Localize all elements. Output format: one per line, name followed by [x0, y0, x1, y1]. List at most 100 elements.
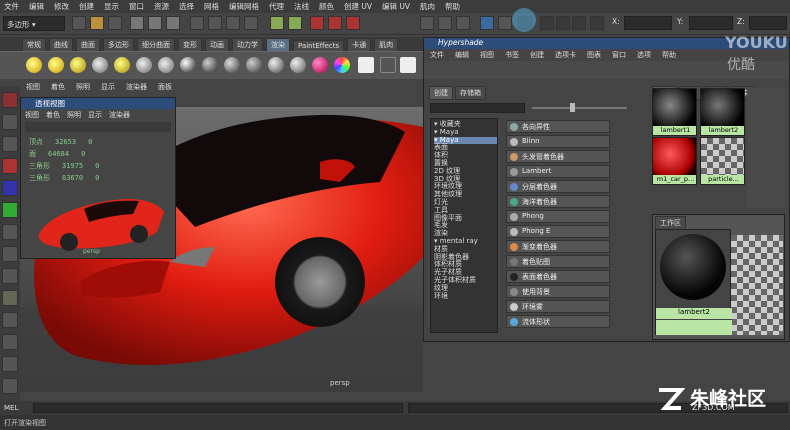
snap-plane-icon[interactable] [244, 16, 258, 30]
directional-light-icon[interactable] [48, 57, 64, 73]
shelf-tab-muscle[interactable]: 肌肉 [374, 38, 399, 51]
hs-menu-help[interactable]: 帮助 [662, 50, 676, 60]
shelf-tab-animation[interactable]: 动画 [205, 38, 229, 51]
menu-set-dropdown[interactable]: 多边形 ▾ [3, 16, 65, 31]
menu-create-uv[interactable]: 创建 UV [344, 1, 372, 12]
manipulator-tool-icon[interactable] [2, 224, 18, 240]
phonge-sphere-icon[interactable] [246, 57, 262, 73]
vp-menu-panels[interactable]: 面板 [158, 82, 172, 94]
spot-light-icon[interactable] [70, 57, 86, 73]
lasso-tool-icon[interactable] [2, 114, 18, 130]
hs-menu-options[interactable]: 选项 [637, 50, 651, 60]
menu-proxy[interactable]: 代理 [269, 1, 284, 12]
lambert-sphere-icon[interactable] [202, 57, 218, 73]
ambient-light-icon[interactable] [136, 57, 152, 73]
swatch-lambert2[interactable]: lambert2 [700, 88, 745, 136]
shelf-tab-curves[interactable]: 曲线 [49, 38, 73, 51]
layout-four-icon[interactable] [2, 312, 18, 328]
y-field[interactable] [689, 16, 733, 30]
shelf-tab-dynamics[interactable]: 动力学 [232, 38, 263, 51]
render-region-icon[interactable] [380, 57, 396, 73]
vp-menu-renderer[interactable]: 渲染器 [126, 82, 147, 94]
open-scene-icon[interactable] [90, 16, 104, 30]
work-node-ports[interactable] [656, 319, 732, 335]
hs-tab-work-area[interactable]: 工作区 [655, 216, 686, 230]
shelf-tab-deform[interactable]: 变形 [178, 38, 202, 51]
hs-menu-edit[interactable]: 编辑 [455, 50, 469, 60]
hs-menu-tabs[interactable]: 选项卡 [555, 50, 576, 60]
swatch-lambert1[interactable]: lambert1 [652, 88, 697, 136]
menu-assets[interactable]: 资源 [154, 1, 169, 12]
vp-menu-view[interactable]: 视图 [26, 82, 40, 94]
ramp-sphere-icon[interactable] [312, 57, 328, 73]
hs-menu-file[interactable]: 文件 [430, 50, 444, 60]
anisotropic-sphere-icon[interactable] [268, 57, 284, 73]
node-button[interactable]: 分层着色器 [506, 180, 610, 193]
tree-item[interactable]: 环境 [434, 292, 497, 301]
layout-persp-graph-icon[interactable] [2, 356, 18, 372]
menu-edit-uv[interactable]: 编辑 UV [382, 1, 410, 12]
channel-box-icon[interactable] [456, 16, 470, 30]
color-ramp-icon[interactable] [334, 57, 350, 73]
select-component-icon[interactable] [166, 16, 180, 30]
node-button[interactable]: 表面着色器 [506, 270, 610, 283]
render-icon[interactable] [310, 16, 324, 30]
point-light-icon[interactable] [26, 57, 42, 73]
hs-icon-size-slider[interactable] [532, 107, 627, 109]
rename-mode-icon[interactable] [572, 16, 586, 30]
work-node-lambert2[interactable]: lambert2 [655, 229, 732, 335]
node-button[interactable]: 渐变着色器 [506, 240, 610, 253]
menu-edit[interactable]: 编辑 [29, 1, 44, 12]
blinn-sphere-icon[interactable] [180, 57, 196, 73]
shelf-tab-subdiv[interactable]: 细分曲面 [137, 38, 175, 51]
node-button[interactable]: 使用背景 [506, 285, 610, 298]
select-hierarchy-icon[interactable] [130, 16, 144, 30]
save-scene-icon[interactable] [108, 16, 122, 30]
mel-label[interactable]: MEL [4, 404, 18, 412]
move-tool-icon[interactable] [2, 158, 18, 174]
hs-tab-create[interactable]: 创建 [429, 86, 453, 100]
shelf-tab-polygons[interactable]: 多边形 [103, 38, 134, 51]
phong-sphere-icon[interactable] [224, 57, 240, 73]
ipr-render-icon[interactable] [328, 16, 342, 30]
z-field[interactable] [749, 16, 787, 30]
node-button[interactable]: Phong E [506, 225, 610, 238]
numeric-input-icon[interactable] [540, 16, 554, 30]
hs-tab-bins[interactable]: 存储箱 [455, 86, 486, 100]
hs-slider-handle[interactable] [570, 103, 575, 112]
scale-tool-icon[interactable] [2, 202, 18, 218]
vp-menu-lighting[interactable]: 照明 [76, 82, 90, 94]
paint-select-icon[interactable] [2, 136, 18, 152]
render-settings-icon[interactable] [346, 16, 360, 30]
snap-curve-icon[interactable] [208, 16, 222, 30]
snap-point-icon[interactable] [226, 16, 240, 30]
tool-settings-icon[interactable] [438, 16, 452, 30]
pp-menu-lighting[interactable]: 照明 [67, 110, 81, 120]
texture-placement-icon[interactable] [358, 57, 374, 73]
history-icon[interactable] [270, 16, 284, 30]
hs-menu-bookmarks[interactable]: 书签 [505, 50, 519, 60]
camera-icon[interactable] [158, 57, 174, 73]
shelf-tab-rendering[interactable]: 渲染 [266, 38, 290, 51]
node-button[interactable]: 着色贴图 [506, 255, 610, 268]
pp-menu-show[interactable]: 显示 [88, 110, 102, 120]
hs-swatch-scroll[interactable] [747, 88, 785, 208]
soft-mod-tool-icon[interactable] [2, 246, 18, 262]
menu-color[interactable]: 颜色 [319, 1, 334, 12]
x-field[interactable] [624, 16, 672, 30]
node-button[interactable]: 海洋着色器 [506, 195, 610, 208]
layered-sphere-icon[interactable] [290, 57, 306, 73]
new-scene-icon[interactable] [72, 16, 86, 30]
node-button[interactable]: Blinn [506, 135, 610, 148]
hypershade-shelf-icon[interactable] [400, 57, 416, 73]
rotate-tool-icon[interactable] [2, 180, 18, 196]
node-button[interactable]: 各向异性 [506, 120, 610, 133]
relative-mode-icon[interactable] [556, 16, 570, 30]
menu-file[interactable]: 文件 [4, 1, 19, 12]
shelf-tab-surfaces[interactable]: 曲面 [76, 38, 100, 51]
mel-input[interactable] [33, 403, 403, 413]
menu-create[interactable]: 创建 [79, 1, 94, 12]
hs-menu-view[interactable]: 视图 [480, 50, 494, 60]
select-object-icon[interactable] [148, 16, 162, 30]
vp-menu-shading[interactable]: 着色 [51, 82, 65, 94]
